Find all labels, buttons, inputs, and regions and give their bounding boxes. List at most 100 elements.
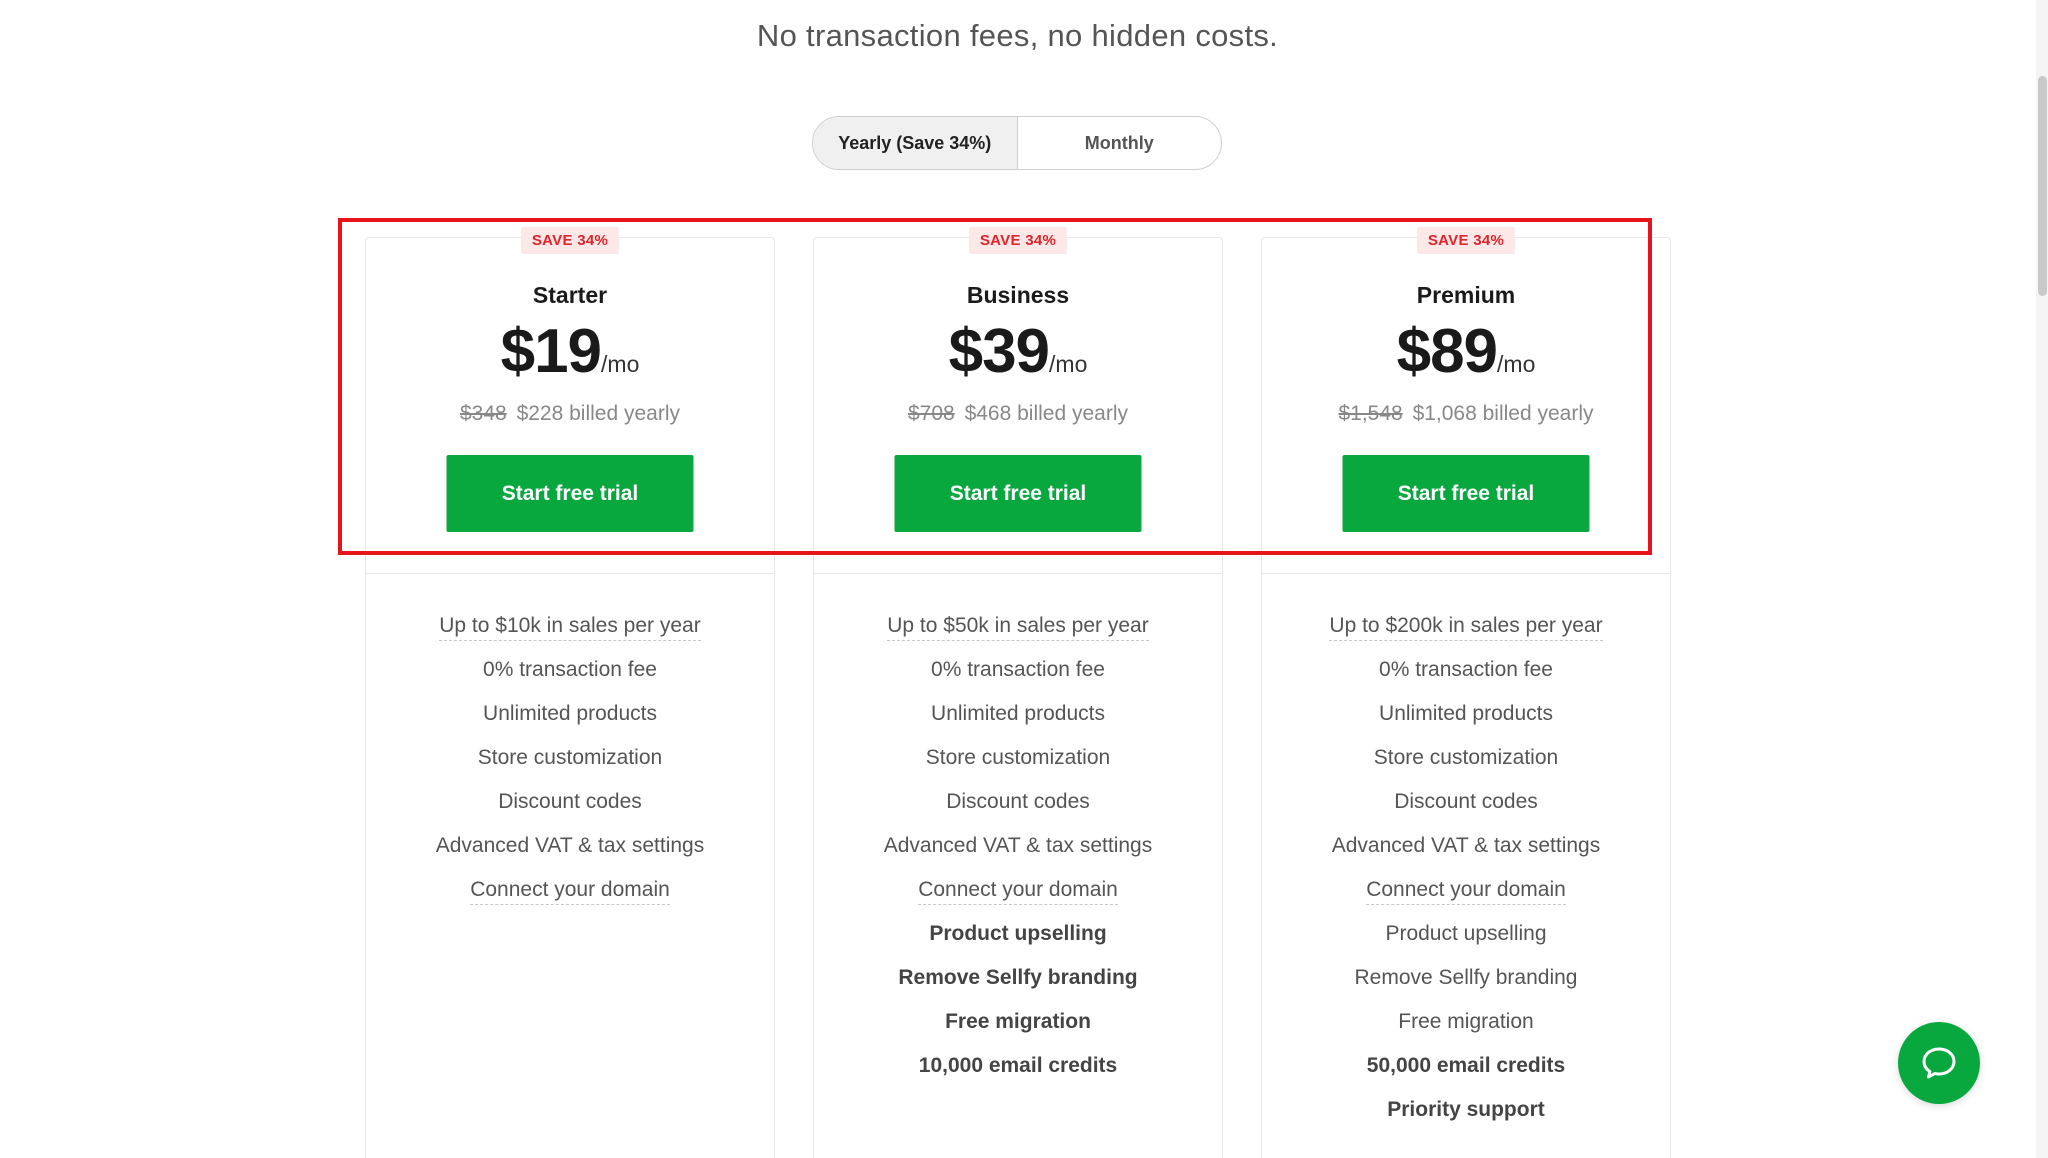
feature-text: Free migration	[1398, 1010, 1534, 1033]
feature-text: 10,000 email credits	[918, 1054, 1118, 1077]
plan-name: Premium	[1416, 282, 1516, 308]
plan-price: $89	[1396, 317, 1498, 386]
plan-price: $19	[500, 317, 602, 386]
feature-item: Unlimited products	[1262, 692, 1670, 736]
feature-text: Discount codes	[946, 790, 1090, 813]
feature-item: 0% transaction fee	[366, 648, 774, 692]
plan-card-premium: SAVE 34% Premium $89/mo $1,548 $1,068 bi…	[1261, 227, 1671, 1158]
feature-list: Up to $10k in sales per year 0% transacti…	[366, 574, 774, 912]
billing-info: $708 $468 billed yearly	[814, 402, 1222, 426]
feature-text: Advanced VAT & tax settings	[435, 834, 705, 857]
billed-yearly-text: $1,068 billed yearly	[1412, 402, 1594, 425]
feature-item: 0% transaction fee	[814, 648, 1222, 692]
plan-name: Business	[966, 282, 1070, 308]
save-badge: SAVE 34%	[968, 227, 1068, 254]
feature-item: Up to $50k in sales per year	[814, 604, 1222, 648]
plan-header: SAVE 34% Premium $89/mo $1,548 $1,068 bi…	[1262, 227, 1670, 574]
feature-item: Connect your domain	[814, 868, 1222, 912]
feature-item: Up to $200k in sales per year	[1262, 604, 1670, 648]
price-period: /mo	[601, 351, 640, 377]
start-free-trial-button[interactable]: Start free trial	[446, 455, 694, 532]
feature-text: Product upselling	[929, 922, 1107, 945]
feature-item: Priority support	[1262, 1088, 1670, 1132]
save-badge: SAVE 34%	[520, 227, 620, 254]
save-badge: SAVE 34%	[1416, 227, 1516, 254]
chat-bubble-icon	[1922, 1047, 1956, 1079]
plan-header: SAVE 34% Starter $19/mo $348 $228 billed…	[366, 227, 774, 574]
feature-text[interactable]: Connect your domain	[918, 878, 1118, 905]
feature-text: Store customization	[477, 746, 663, 769]
pricing-page: No transaction fees, no hidden costs. Ye…	[0, 0, 2048, 1158]
feature-item: Unlimited products	[366, 692, 774, 736]
feature-list: Up to $200k in sales per year 0% transact…	[1262, 574, 1670, 1132]
feature-item: Product upselling	[814, 912, 1222, 956]
feature-text: Unlimited products	[1379, 702, 1553, 725]
feature-text: Advanced VAT & tax settings	[883, 834, 1153, 857]
billed-yearly-text: $228 billed yearly	[516, 402, 680, 425]
feature-item: Product upselling	[1262, 912, 1670, 956]
feature-item: Free migration	[1262, 1000, 1670, 1044]
feature-item: Discount codes	[366, 780, 774, 824]
price-row: $19/mo	[366, 316, 774, 387]
feature-text: Remove Sellfy branding	[1354, 966, 1578, 989]
feature-item: 10,000 email credits	[814, 1044, 1222, 1088]
feature-item: 0% transaction fee	[1262, 648, 1670, 692]
toggle-monthly[interactable]: Monthly	[1018, 117, 1222, 169]
feature-item: Remove Sellfy branding	[814, 956, 1222, 1000]
feature-item: Free migration	[814, 1000, 1222, 1044]
feature-text: Product upselling	[1385, 922, 1547, 945]
feature-text: 0% transaction fee	[483, 658, 657, 681]
feature-list: Up to $50k in sales per year 0% transacti…	[814, 574, 1222, 1088]
feature-text: Discount codes	[498, 790, 642, 813]
start-free-trial-button[interactable]: Start free trial	[894, 455, 1142, 532]
feature-text: 50,000 email credits	[1366, 1054, 1566, 1077]
feature-text[interactable]: Up to $200k in sales per year	[1329, 614, 1603, 641]
price-period: /mo	[1049, 351, 1088, 377]
feature-text: Store customization	[925, 746, 1111, 769]
feature-item: Connect your domain	[1262, 868, 1670, 912]
feature-text: 0% transaction fee	[931, 658, 1105, 681]
feature-item: Discount codes	[814, 780, 1222, 824]
feature-item: Remove Sellfy branding	[1262, 956, 1670, 1000]
scrollbar-thumb[interactable]	[2038, 76, 2047, 296]
old-price: $1,548	[1338, 402, 1403, 425]
feature-text: Unlimited products	[931, 702, 1105, 725]
feature-text: Priority support	[1387, 1098, 1545, 1121]
plan-name: Starter	[532, 282, 608, 308]
feature-item: Store customization	[366, 736, 774, 780]
feature-item: Connect your domain	[366, 868, 774, 912]
feature-item: Discount codes	[1262, 780, 1670, 824]
feature-text: Store customization	[1373, 746, 1559, 769]
price-row: $89/mo	[1262, 316, 1670, 387]
price-period: /mo	[1497, 351, 1536, 377]
feature-text: Free migration	[945, 1010, 1091, 1033]
page-subtitle: No transaction fees, no hidden costs.	[756, 18, 1279, 53]
feature-item: Advanced VAT & tax settings	[1262, 824, 1670, 868]
feature-text[interactable]: Up to $50k in sales per year	[887, 614, 1149, 641]
plan-card-business: SAVE 34% Business $39/mo $708 $468 bille…	[813, 227, 1223, 1158]
feature-text: Remove Sellfy branding	[898, 966, 1138, 989]
feature-item: Advanced VAT & tax settings	[814, 824, 1222, 868]
billed-yearly-text: $468 billed yearly	[964, 402, 1128, 425]
feature-text[interactable]: Connect your domain	[470, 878, 670, 905]
billing-toggle[interactable]: Yearly (Save 34%) Monthly	[812, 116, 1222, 170]
feature-item: Store customization	[814, 736, 1222, 780]
feature-text: 0% transaction fee	[1379, 658, 1553, 681]
feature-text: Discount codes	[1394, 790, 1538, 813]
feature-text[interactable]: Up to $10k in sales per year	[439, 614, 701, 641]
toggle-yearly[interactable]: Yearly (Save 34%)	[813, 117, 1018, 169]
feature-item: Store customization	[1262, 736, 1670, 780]
feature-item: Unlimited products	[814, 692, 1222, 736]
feature-text: Advanced VAT & tax settings	[1331, 834, 1601, 857]
scrollbar[interactable]	[2036, 0, 2048, 1158]
feature-item: Advanced VAT & tax settings	[366, 824, 774, 868]
chat-button[interactable]	[1898, 1022, 1980, 1104]
feature-item: 50,000 email credits	[1262, 1044, 1670, 1088]
old-price: $708	[908, 402, 955, 425]
feature-text: Unlimited products	[483, 702, 657, 725]
billing-info: $348 $228 billed yearly	[366, 402, 774, 426]
start-free-trial-button[interactable]: Start free trial	[1342, 455, 1590, 532]
feature-text[interactable]: Connect your domain	[1366, 878, 1566, 905]
plan-price: $39	[948, 317, 1050, 386]
plan-header: SAVE 34% Business $39/mo $708 $468 bille…	[814, 227, 1222, 574]
